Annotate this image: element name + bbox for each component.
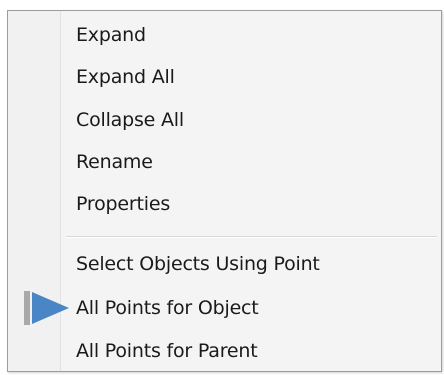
menu-item-expand-all[interactable]: Expand All bbox=[8, 57, 441, 97]
menu-item-label: All Points for Object bbox=[76, 297, 259, 319]
arrow-pointer-icon bbox=[24, 291, 69, 325]
menu-item-label: Expand bbox=[76, 24, 146, 46]
menu-separator bbox=[66, 236, 437, 238]
menu-item-collapse-all[interactable]: Collapse All bbox=[8, 100, 441, 140]
menu-item-select-objects-using-point[interactable]: Select Objects Using Point bbox=[8, 244, 441, 284]
menu-item-label: Expand All bbox=[76, 66, 175, 88]
menu-item-label: Select Objects Using Point bbox=[76, 253, 320, 275]
menu-item-rename[interactable]: Rename bbox=[8, 142, 441, 182]
menu-item-label: Rename bbox=[76, 151, 153, 173]
menu-item-label: Properties bbox=[76, 193, 171, 215]
menu-item-all-points-for-object[interactable]: All Points for Object bbox=[8, 288, 441, 328]
menu-item-label: All Points for Parent bbox=[76, 340, 258, 362]
menu-item-all-points-for-parent[interactable]: All Points for Parent bbox=[8, 331, 441, 371]
menu-item-properties[interactable]: Properties bbox=[8, 184, 441, 224]
menu-item-expand[interactable]: Expand bbox=[8, 15, 441, 55]
context-menu: Expand Expand All Collapse All Rename Pr… bbox=[7, 10, 442, 372]
menu-item-label: Collapse All bbox=[76, 109, 184, 131]
